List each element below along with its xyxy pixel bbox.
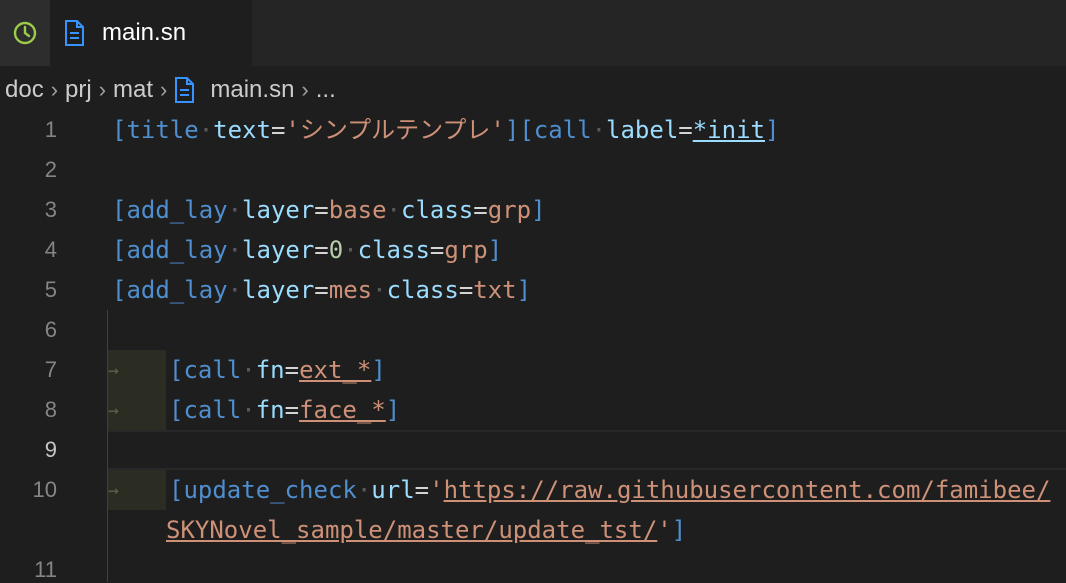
url-link-continued[interactable]: SKYNovel_sample/master/update_tst/ bbox=[166, 516, 657, 544]
line-number: 6 bbox=[44, 317, 57, 342]
line-number: 5 bbox=[44, 277, 57, 302]
fn-link[interactable]: face_* bbox=[299, 396, 386, 424]
code-line-3: [add_lay·layer=base·class=grp] bbox=[112, 196, 546, 224]
label-link[interactable]: *init bbox=[693, 116, 765, 144]
line-number: 4 bbox=[44, 237, 57, 262]
history-icon bbox=[13, 21, 37, 45]
chevron-right-icon: › bbox=[50, 77, 59, 102]
string-value: 'シンプルテンプレ' bbox=[285, 116, 505, 144]
tag-open: [call bbox=[519, 116, 592, 144]
attr-name: text bbox=[213, 116, 271, 144]
breadcrumb-file-label: main.sn bbox=[210, 76, 295, 103]
chevron-right-icon: › bbox=[98, 77, 107, 102]
line-number: 2 bbox=[44, 157, 57, 182]
breadcrumb-item-mat[interactable]: mat bbox=[113, 76, 153, 104]
tab-bar: main.sn bbox=[0, 0, 1066, 66]
breadcrumb-item-doc[interactable]: doc bbox=[5, 76, 44, 104]
tab-main-sn[interactable]: main.sn bbox=[50, 0, 252, 66]
code-line-10-wrap: SKYNovel_sample/master/update_tst/'] bbox=[166, 516, 687, 544]
line-number: 10 bbox=[32, 477, 57, 502]
file-icon bbox=[65, 20, 84, 46]
code-line-4: [add_lay·layer=0·class=grp] bbox=[112, 236, 503, 264]
line-number: 11 bbox=[34, 557, 57, 582]
url-link[interactable]: https://raw.githubusercontent.com/famibe… bbox=[444, 476, 1051, 504]
tab-arrow-icon: → bbox=[108, 480, 119, 501]
tab-arrow-icon: → bbox=[108, 360, 119, 381]
tab-label: main.sn bbox=[102, 19, 187, 46]
code-editor[interactable]: → → → 1 2 3 4 5 6 7 8 9 10 11 [title·tex… bbox=[0, 110, 1066, 582]
breadcrumb-more[interactable]: ... bbox=[316, 76, 336, 104]
attr-name: label bbox=[606, 116, 679, 144]
line-number: 3 bbox=[44, 197, 57, 222]
fn-link[interactable]: ext_* bbox=[299, 356, 371, 384]
line-number-current: 9 bbox=[44, 437, 57, 462]
breadcrumb-item-file[interactable]: main.sn bbox=[174, 76, 294, 104]
chevron-right-icon: › bbox=[160, 77, 168, 102]
code-line-5: [add_lay·layer=mes·class=txt] bbox=[112, 276, 532, 304]
chevron-right-icon: › bbox=[301, 77, 309, 102]
current-line-highlight bbox=[108, 430, 1066, 470]
code-line-1: [title·text='シンプルテンプレ'][call·label=*init… bbox=[112, 116, 780, 144]
code-line-7: [call·fn=ext_*] bbox=[169, 356, 386, 384]
line-number: 7 bbox=[44, 357, 57, 382]
code-line-8: [call·fn=face_*] bbox=[169, 396, 401, 424]
code-line-10: [update_check·url='https://raw.githubuse… bbox=[169, 476, 1051, 504]
tab-arrow-icon: → bbox=[108, 400, 119, 421]
tag-open: [title bbox=[112, 116, 199, 144]
breadcrumb-item-prj[interactable]: prj bbox=[65, 76, 92, 104]
timeline-tab[interactable] bbox=[0, 0, 51, 66]
line-number: 8 bbox=[44, 397, 57, 422]
file-icon bbox=[175, 77, 195, 103]
line-number: 1 bbox=[44, 117, 57, 142]
breadcrumb: doc › prj › mat › main.sn › ... bbox=[0, 70, 1066, 110]
